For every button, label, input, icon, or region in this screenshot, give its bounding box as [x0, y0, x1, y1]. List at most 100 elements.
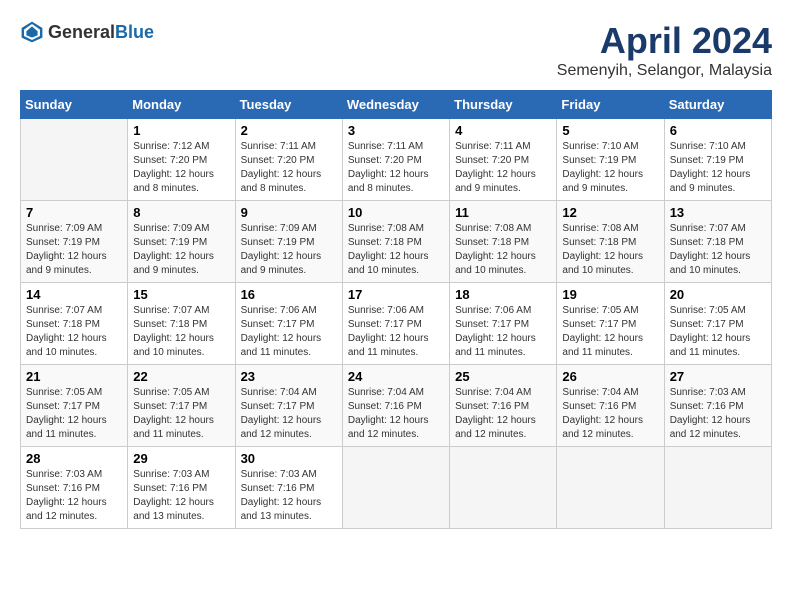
day-info: Sunrise: 7:05 AM Sunset: 7:17 PM Dayligh… — [133, 386, 229, 442]
day-info: Sunrise: 7:03 AM Sunset: 7:16 PM Dayligh… — [241, 468, 337, 524]
week-row-2: 7 Sunrise: 7:09 AM Sunset: 7:19 PM Daylig… — [21, 201, 772, 283]
day-number: 20 — [670, 287, 766, 302]
day-cell: 13 Sunrise: 7:07 AM Sunset: 7:18 PM Dayli… — [664, 201, 771, 283]
day-number: 26 — [562, 369, 658, 384]
calendar-body: 1Sunrise: 7:12 AM Sunset: 7:20 PM Daylig… — [21, 119, 772, 529]
day-info: Sunrise: 7:03 AM Sunset: 7:16 PM Dayligh… — [670, 386, 766, 442]
day-cell: 14Sunrise: 7:07 AM Sunset: 7:18 PM Dayli… — [21, 283, 128, 365]
subtitle: Semenyih, Selangor, Malaysia — [557, 62, 772, 80]
day-cell: 28Sunrise: 7:03 AM Sunset: 7:16 PM Dayli… — [21, 447, 128, 529]
day-cell: 10 Sunrise: 7:08 AM Sunset: 7:18 PM Dayli… — [342, 201, 449, 283]
day-info: Sunrise: 7:07 AM Sunset: 7:18 PM Dayligh… — [133, 304, 229, 360]
day-number: 7 — [26, 205, 122, 220]
day-cell — [664, 447, 771, 529]
day-cell: 12Sunrise: 7:08 AM Sunset: 7:18 PM Dayli… — [557, 201, 664, 283]
logo-icon — [20, 20, 44, 44]
day-number: 13 — [670, 205, 766, 220]
day-info: Sunrise: 7:09 AM Sunset: 7:19 PM Dayligh… — [133, 222, 229, 278]
day-cell: 25 Sunrise: 7:04 AM Sunset: 7:16 PM Dayli… — [450, 365, 557, 447]
calendar-table: SundayMondayTuesdayWednesdayThursdayFrid… — [20, 90, 772, 529]
day-cell — [342, 447, 449, 529]
week-row-4: 21 Sunrise: 7:05 AM Sunset: 7:17 PM Dayli… — [21, 365, 772, 447]
day-cell: 6Sunrise: 7:10 AM Sunset: 7:19 PM Daylig… — [664, 119, 771, 201]
day-number: 16 — [241, 287, 337, 302]
day-number: 21 — [26, 369, 122, 384]
header-cell-monday: Monday — [128, 91, 235, 119]
day-cell: 18 Sunrise: 7:06 AM Sunset: 7:17 PM Dayli… — [450, 283, 557, 365]
day-cell: 23 Sunrise: 7:04 AM Sunset: 7:17 PM Dayli… — [235, 365, 342, 447]
day-cell: 17Sunrise: 7:06 AM Sunset: 7:17 PM Dayli… — [342, 283, 449, 365]
day-number: 8 — [133, 205, 229, 220]
day-cell: 29Sunrise: 7:03 AM Sunset: 7:16 PM Dayli… — [128, 447, 235, 529]
day-number: 4 — [455, 123, 551, 138]
header-cell-wednesday: Wednesday — [342, 91, 449, 119]
day-info: Sunrise: 7:05 AM Sunset: 7:17 PM Dayligh… — [26, 386, 122, 442]
day-number: 30 — [241, 451, 337, 466]
day-cell: 19Sunrise: 7:05 AM Sunset: 7:17 PM Dayli… — [557, 283, 664, 365]
day-number: 9 — [241, 205, 337, 220]
logo-text-blue: Blue — [115, 22, 154, 42]
logo: GeneralBlue — [20, 20, 154, 44]
day-info: Sunrise: 7:12 AM Sunset: 7:20 PM Dayligh… — [133, 140, 229, 196]
day-info: Sunrise: 7:06 AM Sunset: 7:17 PM Dayligh… — [455, 304, 551, 360]
day-info: Sunrise: 7:04 AM Sunset: 7:16 PM Dayligh… — [455, 386, 551, 442]
header-cell-tuesday: Tuesday — [235, 91, 342, 119]
day-info: Sunrise: 7:03 AM Sunset: 7:16 PM Dayligh… — [26, 468, 122, 524]
day-cell: 22 Sunrise: 7:05 AM Sunset: 7:17 PM Dayli… — [128, 365, 235, 447]
day-cell: 27 Sunrise: 7:03 AM Sunset: 7:16 PM Dayli… — [664, 365, 771, 447]
day-cell: 8 Sunrise: 7:09 AM Sunset: 7:19 PM Daylig… — [128, 201, 235, 283]
day-number: 25 — [455, 369, 551, 384]
day-number: 2 — [241, 123, 337, 138]
day-cell — [21, 119, 128, 201]
header-cell-thursday: Thursday — [450, 91, 557, 119]
day-cell: 20 Sunrise: 7:05 AM Sunset: 7:17 PM Dayli… — [664, 283, 771, 365]
logo-text-general: General — [48, 22, 115, 42]
day-cell: 1Sunrise: 7:12 AM Sunset: 7:20 PM Daylig… — [128, 119, 235, 201]
day-cell: 4 Sunrise: 7:11 AM Sunset: 7:20 PM Daylig… — [450, 119, 557, 201]
day-info: Sunrise: 7:04 AM Sunset: 7:16 PM Dayligh… — [348, 386, 444, 442]
week-row-3: 14 Sunrise: 7:07 AM Sunset: 7:18 PM Dayli… — [21, 283, 772, 365]
week-row-5: 28Sunrise: 7:03 AM Sunset: 7:16 PM Dayli… — [21, 447, 772, 529]
day-info: Sunrise: 7:04 AM Sunset: 7:17 PM Dayligh… — [241, 386, 337, 442]
day-info: Sunrise: 7:11 AM Sunset: 7:20 PM Dayligh… — [455, 140, 551, 196]
day-number: 11 — [455, 205, 551, 220]
day-info: Sunrise: 7:03 AM Sunset: 7:16 PM Dayligh… — [133, 468, 229, 524]
day-number: 12 — [562, 205, 658, 220]
day-cell: 21 Sunrise: 7:05 AM Sunset: 7:17 PM Dayli… — [21, 365, 128, 447]
day-cell: 26 Sunrise: 7:04 AM Sunset: 7:16 PM Dayli… — [557, 365, 664, 447]
day-number: 18 — [455, 287, 551, 302]
day-cell: 16 Sunrise: 7:06 AM Sunset: 7:17 PM Dayli… — [235, 283, 342, 365]
day-cell — [557, 447, 664, 529]
day-cell: 2Sunrise: 7:11 AM Sunset: 7:20 PM Daylig… — [235, 119, 342, 201]
day-cell — [450, 447, 557, 529]
day-number: 23 — [241, 369, 337, 384]
day-info: Sunrise: 7:06 AM Sunset: 7:17 PM Dayligh… — [348, 304, 444, 360]
day-info: Sunrise: 7:04 AM Sunset: 7:16 PM Dayligh… — [562, 386, 658, 442]
day-cell: 7 Sunrise: 7:09 AM Sunset: 7:19 PM Daylig… — [21, 201, 128, 283]
day-info: Sunrise: 7:09 AM Sunset: 7:19 PM Dayligh… — [26, 222, 122, 278]
day-cell: 3Sunrise: 7:11 AM Sunset: 7:20 PM Daylig… — [342, 119, 449, 201]
day-number: 10 — [348, 205, 444, 220]
day-info: Sunrise: 7:09 AM Sunset: 7:19 PM Dayligh… — [241, 222, 337, 278]
day-number: 19 — [562, 287, 658, 302]
header-cell-saturday: Saturday — [664, 91, 771, 119]
day-number: 14 — [26, 287, 122, 302]
day-info: Sunrise: 7:08 AM Sunset: 7:18 PM Dayligh… — [455, 222, 551, 278]
day-number: 22 — [133, 369, 229, 384]
day-number: 27 — [670, 369, 766, 384]
day-info: Sunrise: 7:08 AM Sunset: 7:18 PM Dayligh… — [348, 222, 444, 278]
title-section: April 2024 Semenyih, Selangor, Malaysia — [557, 20, 772, 80]
day-cell: 24Sunrise: 7:04 AM Sunset: 7:16 PM Dayli… — [342, 365, 449, 447]
calendar-header: SundayMondayTuesdayWednesdayThursdayFrid… — [21, 91, 772, 119]
day-cell: 9 Sunrise: 7:09 AM Sunset: 7:19 PM Daylig… — [235, 201, 342, 283]
day-info: Sunrise: 7:07 AM Sunset: 7:18 PM Dayligh… — [670, 222, 766, 278]
day-cell: 5Sunrise: 7:10 AM Sunset: 7:19 PM Daylig… — [557, 119, 664, 201]
day-cell: 11 Sunrise: 7:08 AM Sunset: 7:18 PM Dayli… — [450, 201, 557, 283]
day-info: Sunrise: 7:05 AM Sunset: 7:17 PM Dayligh… — [670, 304, 766, 360]
header-row: SundayMondayTuesdayWednesdayThursdayFrid… — [21, 91, 772, 119]
day-info: Sunrise: 7:06 AM Sunset: 7:17 PM Dayligh… — [241, 304, 337, 360]
day-number: 15 — [133, 287, 229, 302]
day-cell: 15 Sunrise: 7:07 AM Sunset: 7:18 PM Dayli… — [128, 283, 235, 365]
header-cell-sunday: Sunday — [21, 91, 128, 119]
header: GeneralBlue April 2024 Semenyih, Selango… — [20, 20, 772, 80]
